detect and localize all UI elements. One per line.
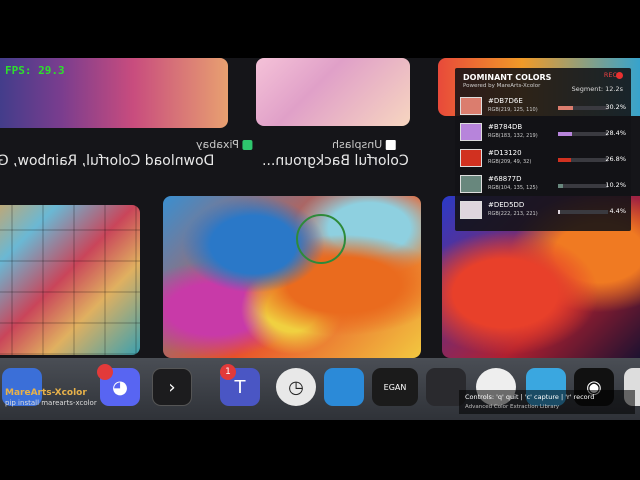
library-text: Advanced Color Extraction Library [465,404,560,410]
color-rgb: RGB(183, 132, 219) [488,133,538,139]
color-row: #68877D RGB(104, 135, 125) 10.2% [460,175,628,195]
color-row: #B784DB RGB(183, 132, 219) 28.4% [460,123,628,143]
color-hex: #DB7D6E [488,97,523,105]
color-hex: #DED5DD [488,201,525,209]
notification-badge: 1 [220,364,236,380]
percent-bar-fill [558,210,561,214]
fps-readout: FPS: 29.3 [5,64,65,77]
image-paint-splash[interactable] [163,196,421,358]
install-hint: pip install marearts-xcolor [5,399,97,407]
color-row: #DED5DD RGB(222, 213, 221) 4.4% [460,201,628,221]
color-swatch [460,201,482,219]
panel-subtitle: Powered by MareArts-Xcolor [463,83,541,89]
percent-bar-fill [558,184,564,188]
percent-bar [558,158,608,162]
color-swatch [460,123,482,141]
source-label: Unsplash [332,138,383,151]
preview-icon[interactable] [324,368,364,406]
color-percent: 28.4% [605,129,626,137]
color-swatch [460,149,482,167]
percent-bar [558,210,608,214]
pixabay-icon [242,140,253,150]
terminal-icon[interactable]: › [152,368,192,406]
color-hex: #68877D [488,175,522,183]
color-hex: #B784DB [488,123,523,131]
color-swatch [460,175,482,193]
image-color-blocks[interactable] [0,205,140,355]
letterbox-bottom [0,420,640,480]
dominant-colors-panel: DOMINANT COLORS Powered by MareArts-Xcol… [455,68,631,231]
color-rgb: RGB(219, 125, 110) [488,107,538,113]
app-egan-icon[interactable]: EGAN [372,368,418,406]
color-row: #DB7D6E RGB(219, 125, 110) 30.2% [460,97,628,117]
caption-result-2[interactable]: Colorful Backgroun... [262,153,409,169]
sampling-target-ring [296,214,346,264]
unsplash-icon [385,140,396,150]
segment-timer: Segment: 12.2s [571,85,623,93]
color-rgb: RGB(209, 49, 32) [488,159,532,165]
app-label: EGAN [383,382,407,392]
percent-bar [558,106,608,110]
percent-bar-fill [558,158,572,162]
app-name: MareArts-Xcolor [5,388,87,398]
controls-text: Controls: 'q' quit | 'c' capture | 'r' r… [465,393,595,401]
color-rgb: RGB(222, 213, 221) [488,211,538,217]
notification-badge [97,364,113,380]
color-row: #D13120 RGB(209, 49, 32) 26.8% [460,149,628,169]
color-rgb: RGB(104, 135, 125) [488,185,538,191]
percent-bar-fill [558,132,573,136]
color-percent: 4.4% [609,207,626,215]
panel-title: DOMINANT COLORS [463,73,552,82]
record-indicator-icon [616,72,623,79]
source-pixabay: Pixabay [196,138,253,151]
controls-box: Controls: 'q' quit | 'c' capture | 'r' r… [459,390,635,414]
color-swatch [460,97,482,115]
color-hex: #D13120 [488,149,522,157]
color-percent: 10.2% [605,181,626,189]
percent-bar-fill [558,106,574,110]
letterbox-top [0,0,640,58]
color-percent: 30.2% [605,103,626,111]
percent-bar [558,132,608,136]
color-percent: 26.8% [605,155,626,163]
percent-bar [558,184,608,188]
caption-result-1[interactable]: Download Colorful, Rainbow, Gr [0,153,214,169]
thumbnail-gradient-2[interactable] [256,58,410,126]
clock-icon[interactable]: ◷ [276,368,316,406]
source-label: Pixabay [196,138,239,151]
source-unsplash: Unsplash [332,138,396,151]
